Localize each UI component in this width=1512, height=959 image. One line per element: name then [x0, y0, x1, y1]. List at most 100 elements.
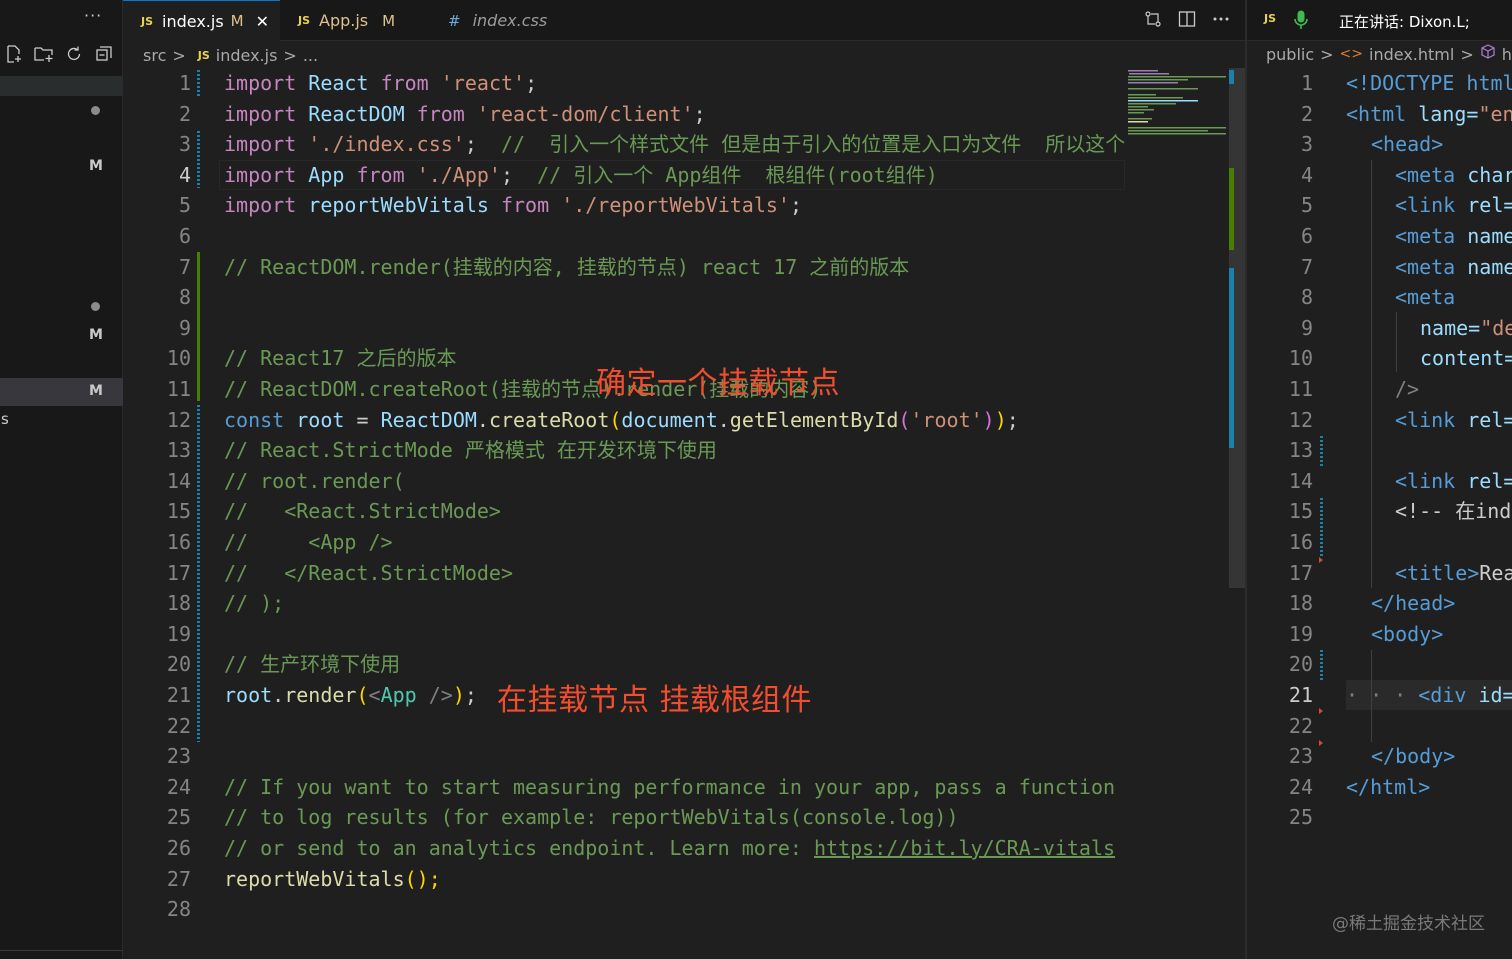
line-number: 7 — [1300, 254, 1313, 279]
line-number: 12 — [166, 407, 191, 432]
code-line: <meta name — [1395, 224, 1512, 248]
chevron-right-icon: > — [283, 45, 297, 65]
line-number: 26 — [166, 836, 191, 860]
more-actions-icon[interactable] — [1211, 9, 1231, 29]
code-line: name="de — [1420, 315, 1512, 340]
code-line: </html> — [1346, 774, 1431, 799]
more-actions-icon[interactable]: ··· — [84, 6, 102, 25]
git-deleted-marker[interactable] — [1319, 708, 1323, 714]
git-change-marker[interactable] — [197, 405, 200, 742]
code-line: // React.StrictMode 严格模式 在开发环境下使用 — [224, 438, 717, 463]
line-number: 11 — [1288, 377, 1313, 401]
line-number: 9 — [178, 315, 191, 340]
code-line: // or send to an analytics endpoint. Lea… — [224, 836, 1116, 860]
line-number: 22 — [166, 713, 191, 738]
right-editor-group: JS 正在讲话: Dixon.L; public > <> index.html… — [1247, 0, 1512, 959]
right-breadcrumb: public > <> index.html > htm — [1266, 44, 1512, 64]
breadcrumb-folder[interactable]: public — [1266, 45, 1314, 64]
line-number: 11 — [166, 377, 191, 401]
close-tab-icon[interactable]: ✕ — [256, 12, 269, 31]
code-line: <link rel= — [1395, 468, 1512, 493]
code-line: const root = ReactDOM.createRoot(documen… — [224, 407, 1019, 432]
line-number: 20 — [166, 652, 191, 677]
code-line: import ReactDOM from 'react-dom/client'; — [224, 101, 706, 126]
line-number: 14 — [166, 468, 191, 493]
git-change-marker[interactable] — [1320, 650, 1323, 680]
breadcrumb-symbol[interactable]: htm — [1502, 45, 1512, 64]
speaking-indicator: 正在讲话: Dixon.L; — [1339, 13, 1470, 31]
git-change-marker[interactable] — [1320, 436, 1323, 466]
code-line: // <App /> — [224, 530, 393, 554]
split-editor-icon[interactable] — [1177, 9, 1197, 29]
breadcrumb-file[interactable]: index.js — [216, 46, 278, 65]
line-number: 10 — [1288, 346, 1313, 371]
vertical-scrollbar[interactable] — [1229, 68, 1245, 959]
git-added-marker[interactable] — [197, 252, 200, 401]
line-number: 25 — [1288, 805, 1313, 830]
javascript-file-icon[interactable]: JS — [1264, 12, 1276, 25]
code-line: <meta — [1395, 285, 1456, 310]
line-number: 1 — [178, 71, 191, 95]
line-number: 16 — [1288, 530, 1313, 554]
code-line: <!DOCTYPE html — [1346, 71, 1512, 95]
line-number: 23 — [1288, 744, 1313, 769]
new-file-icon[interactable] — [4, 44, 24, 64]
editor-actions — [1143, 9, 1231, 29]
line-number: 20 — [1288, 652, 1313, 677]
minimap[interactable] — [1125, 68, 1229, 959]
line-number: 25 — [166, 805, 191, 830]
chevron-right-icon: > — [1320, 44, 1334, 64]
git-modified-badge: M — [89, 383, 103, 399]
html-editor[interactable]: 1 2 3 4 5 6 7 8 9 10 11 12 13 14 15 16 1… — [1247, 68, 1512, 959]
current-line-number: 21 — [1288, 683, 1313, 707]
git-change-marker[interactable] — [197, 131, 200, 188]
code-line: // to log results (for example: reportWe… — [224, 805, 959, 830]
tab-app-js[interactable]: JS App.js M — [280, 0, 430, 41]
open-changes-icon[interactable] — [1143, 9, 1163, 29]
tab-label: App.js — [319, 11, 369, 30]
selected-file-row[interactable] — [0, 378, 123, 406]
line-number: 27 — [166, 866, 191, 891]
breadcrumb-folder[interactable]: src — [143, 46, 166, 65]
comment-link[interactable]: https://bit.ly/CRA-vitals — [814, 836, 1115, 860]
tab-index-css[interactable]: # index.css — [430, 0, 580, 41]
line-number: 16 — [166, 530, 191, 554]
unsaved-dot-icon — [91, 106, 100, 115]
line-number: 9 — [1300, 315, 1313, 340]
line-number: 24 — [166, 774, 191, 799]
git-change-marker[interactable] — [1320, 498, 1323, 558]
javascript-file-icon: JS — [298, 14, 311, 27]
overview-ruler-marker — [1229, 70, 1234, 84]
line-number: 3 — [178, 132, 191, 157]
git-deleted-marker[interactable] — [1319, 740, 1323, 746]
git-modified-badge: M — [89, 327, 103, 343]
git-change-marker[interactable] — [197, 70, 200, 96]
breadcrumb: src > JS index.js > ... — [143, 44, 318, 66]
line-number: 7 — [178, 254, 191, 279]
breadcrumb-file[interactable]: index.html — [1369, 45, 1454, 64]
modified-badge: M — [382, 11, 396, 30]
code-line: /> — [1395, 377, 1420, 401]
refresh-icon[interactable] — [64, 44, 84, 64]
collapse-all-icon[interactable] — [94, 44, 114, 64]
code-line: root.render(<App />); — [224, 683, 477, 707]
code-line: reportWebVitals(); — [224, 866, 441, 891]
code-line: // </React.StrictMode> — [224, 560, 513, 585]
line-number: 6 — [178, 224, 191, 248]
git-deleted-marker[interactable] — [1319, 557, 1323, 563]
hovered-row[interactable] — [0, 76, 123, 96]
watermark: @稀土掘金技术社区 — [1332, 914, 1485, 934]
code-editor[interactable]: 1 2 3 4 5 6 7 8 9 10 11 12 13 14 15 16 1… — [123, 68, 1125, 959]
indent-guide — [1371, 160, 1372, 588]
tab-index-js[interactable]: JS index.js M ✕ — [123, 0, 280, 41]
divider — [0, 950, 123, 951]
breadcrumb-symbol[interactable]: ... — [303, 46, 318, 65]
code-line: <meta name — [1395, 254, 1512, 279]
line-number: 22 — [1288, 713, 1313, 738]
code-line: import './index.css'; // 引入一个样式文件 但是由于引入… — [224, 132, 1125, 157]
code-line: <meta char — [1395, 162, 1512, 187]
new-folder-icon[interactable] — [34, 44, 54, 64]
code-line-current: · · · <div id="r — [1346, 683, 1512, 707]
file-name-fragment[interactable]: s — [1, 410, 9, 428]
line-number: 18 — [166, 591, 191, 616]
